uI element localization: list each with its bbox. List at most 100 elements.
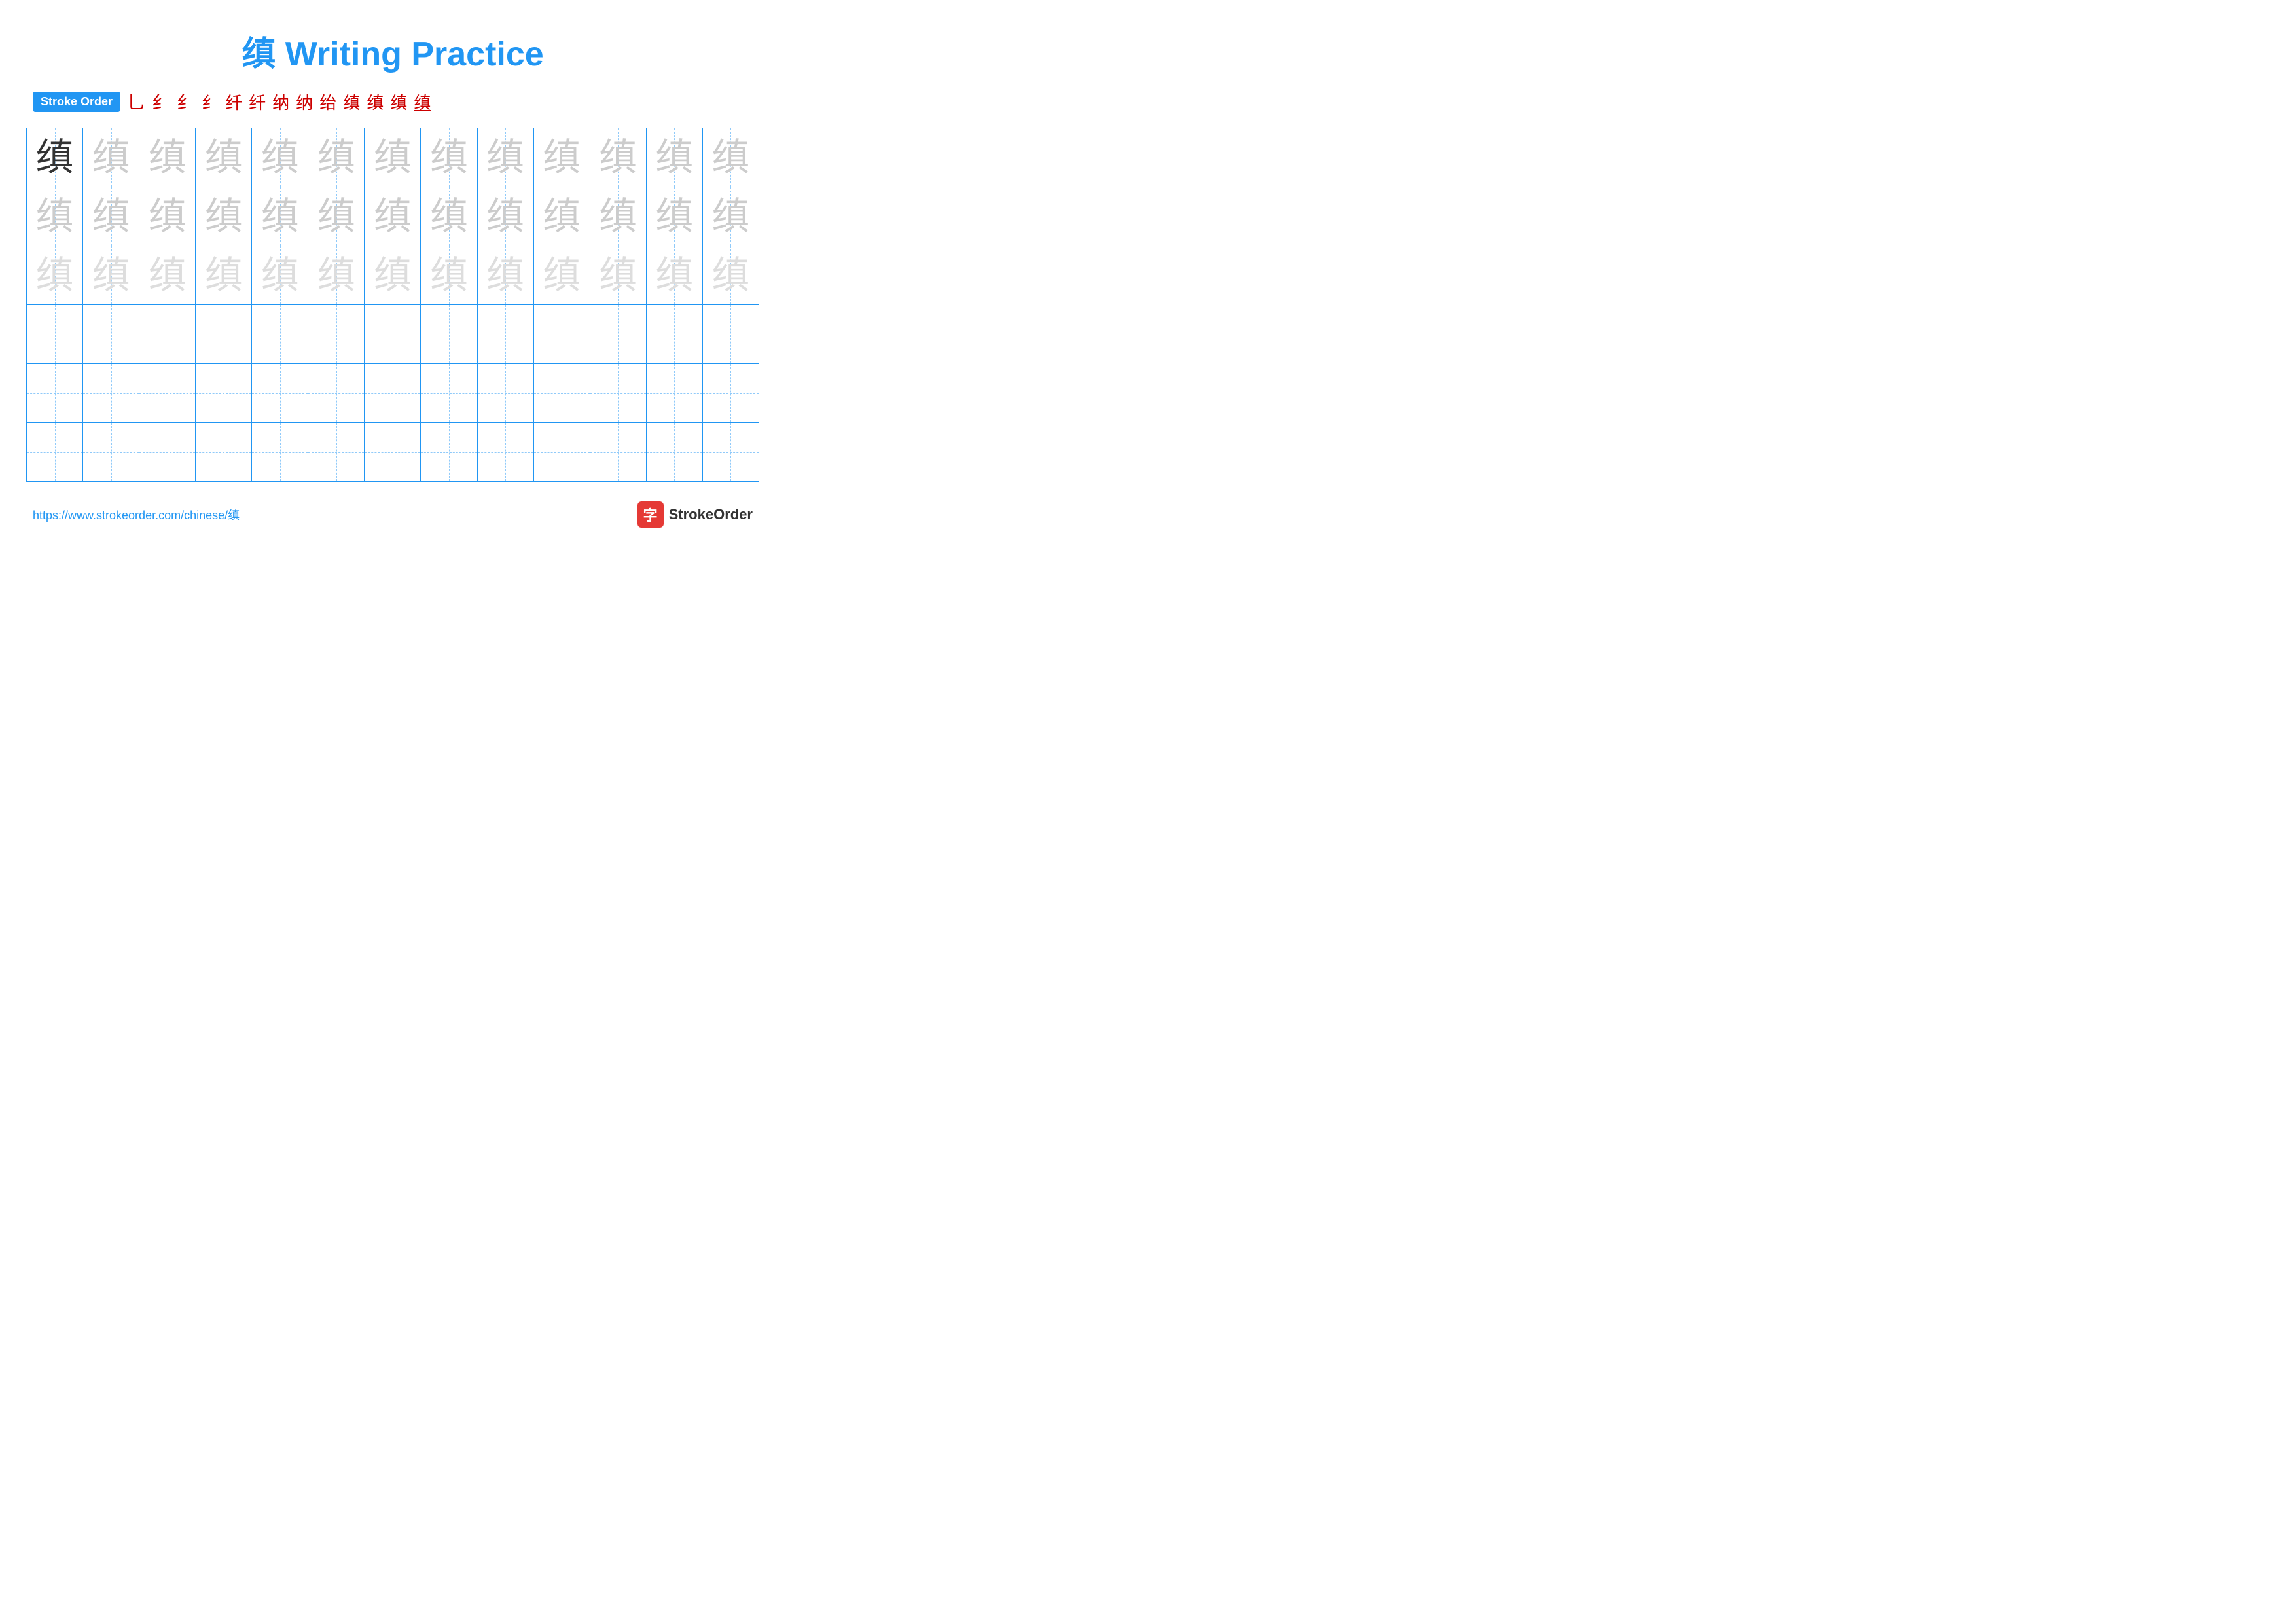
grid-cell: 缜 [365, 187, 421, 246]
grid-cell [702, 305, 759, 364]
grid-cell: 缜 [533, 128, 590, 187]
grid-cell: 缜 [646, 128, 702, 187]
grid-cell: 缜 [27, 246, 83, 305]
grid-cell [533, 364, 590, 423]
grid-cell [702, 364, 759, 423]
grid-cell: 缜 [646, 187, 702, 246]
grid-cell [590, 423, 646, 482]
grid-cell [365, 364, 421, 423]
stroke-step-1: 乚 [127, 88, 145, 115]
grid-cell [590, 364, 646, 423]
grid-cell [27, 423, 83, 482]
grid-cell: 缜 [308, 187, 365, 246]
grid-cell [252, 305, 308, 364]
stroke-step-11: 缜 [367, 90, 384, 114]
grid-cell [533, 423, 590, 482]
stroke-order-row: Stroke Order 乚 纟 纟 纟 纤 纤 纳 纳 绐 缜 缜 缜 缜 [26, 88, 759, 115]
grid-row-6 [27, 423, 759, 482]
grid-row-3: 缜 缜 缜 缜 缜 缜 缜 缜 缜 缜 缜 缜 缜 [27, 246, 759, 305]
grid-cell [196, 364, 252, 423]
grid-cell: 缜 [27, 128, 83, 187]
footer: https://www.strokeorder.com/chinese/缜 字 … [26, 501, 759, 528]
grid-cell: 缜 [139, 128, 196, 187]
character-dark: 缜 [36, 139, 74, 177]
practice-grid: 缜 缜 缜 缜 缜 缜 缜 缜 缜 缜 缜 缜 缜 缜 缜 缜 缜 缜 缜 缜 … [26, 128, 759, 482]
grid-cell [252, 364, 308, 423]
grid-cell [646, 423, 702, 482]
grid-cell: 缜 [139, 246, 196, 305]
footer-logo: 字 StrokeOrder [637, 501, 753, 528]
grid-cell [533, 305, 590, 364]
stroke-step-4: 纟 [202, 90, 219, 114]
grid-cell [252, 423, 308, 482]
grid-cell [477, 305, 533, 364]
grid-cell [139, 423, 196, 482]
stroke-step-8: 纳 [296, 90, 313, 114]
grid-cell: 缜 [533, 246, 590, 305]
grid-cell [477, 423, 533, 482]
strokeorder-logo-icon: 字 [637, 501, 664, 528]
grid-cell: 缜 [83, 246, 139, 305]
grid-cell: 缜 [421, 246, 477, 305]
title-text: 缜 Writing Practice [242, 35, 543, 73]
grid-cell: 缜 [421, 128, 477, 187]
grid-cell: 缜 [702, 187, 759, 246]
grid-cell [83, 364, 139, 423]
grid-cell: 缜 [533, 187, 590, 246]
grid-cell: 缜 [252, 187, 308, 246]
grid-cell: 缜 [196, 128, 252, 187]
grid-cell [83, 423, 139, 482]
stroke-step-2: 纟 [152, 88, 170, 115]
grid-cell: 缜 [702, 128, 759, 187]
stroke-step-13: 缜 [414, 90, 431, 114]
page-title: 缜 Writing Practice [26, 26, 759, 75]
grid-cell [308, 364, 365, 423]
grid-cell: 缜 [702, 246, 759, 305]
grid-cell: 缜 [83, 187, 139, 246]
grid-cell: 缜 [139, 187, 196, 246]
grid-cell [308, 305, 365, 364]
stroke-order-badge: Stroke Order [33, 92, 120, 112]
stroke-step-10: 缜 [343, 90, 360, 114]
footer-url[interactable]: https://www.strokeorder.com/chinese/缜 [33, 506, 240, 523]
stroke-step-3: 纟 [177, 88, 195, 115]
stroke-step-7: 纳 [272, 90, 289, 114]
grid-cell: 缜 [646, 246, 702, 305]
grid-cell [27, 305, 83, 364]
grid-cell: 缜 [252, 128, 308, 187]
grid-cell: 缜 [590, 246, 646, 305]
grid-cell: 缜 [590, 187, 646, 246]
grid-cell [196, 423, 252, 482]
character-light: 缜 [92, 139, 130, 177]
grid-row-1: 缜 缜 缜 缜 缜 缜 缜 缜 缜 缜 缜 缜 缜 [27, 128, 759, 187]
grid-cell [365, 305, 421, 364]
grid-cell [139, 305, 196, 364]
stroke-step-12: 缜 [390, 90, 407, 114]
grid-cell [477, 364, 533, 423]
grid-cell [27, 364, 83, 423]
grid-cell: 缜 [477, 246, 533, 305]
grid-cell [590, 305, 646, 364]
grid-cell [646, 364, 702, 423]
grid-cell: 缜 [308, 246, 365, 305]
grid-cell: 缜 [365, 246, 421, 305]
stroke-step-6: 纤 [249, 90, 266, 114]
grid-cell [646, 305, 702, 364]
grid-cell: 缜 [477, 187, 533, 246]
grid-row-5 [27, 364, 759, 423]
grid-row-2: 缜 缜 缜 缜 缜 缜 缜 缜 缜 缜 缜 缜 缜 [27, 187, 759, 246]
grid-cell [421, 423, 477, 482]
grid-cell: 缜 [27, 187, 83, 246]
stroke-step-9: 绐 [319, 90, 336, 114]
stroke-step-5: 纤 [225, 90, 242, 114]
grid-cell: 缜 [365, 128, 421, 187]
grid-cell [139, 364, 196, 423]
grid-cell [421, 364, 477, 423]
grid-cell [365, 423, 421, 482]
grid-cell [196, 305, 252, 364]
grid-cell: 缜 [196, 246, 252, 305]
grid-cell [83, 305, 139, 364]
grid-cell: 缜 [252, 246, 308, 305]
grid-cell: 缜 [590, 128, 646, 187]
grid-cell [308, 423, 365, 482]
